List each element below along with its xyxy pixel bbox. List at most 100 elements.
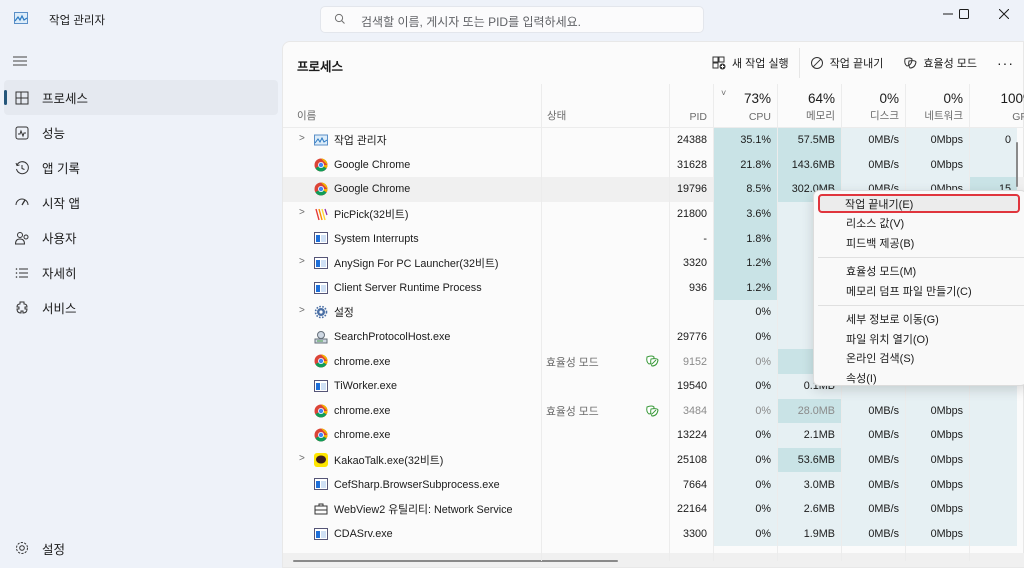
horizontal-scrollbar[interactable] [283,553,1024,567]
cell-cpu: 0% [713,423,777,448]
gear-icon [314,305,328,319]
sidebar-item-services[interactable]: 서비스 [4,290,278,325]
context-menu-item[interactable]: 메모리 덤프 파일 만들기(C) [818,281,1020,300]
hamburger-menu-icon[interactable] [12,54,28,68]
column-header-name[interactable]: 이름 [283,84,541,128]
cell-pid: 3484 [682,404,707,417]
process-row[interactable]: CDASrv.exe 3300 0% 1.9MB 0MB/s 0Mbps [283,521,1024,547]
context-menu: 작업 끝내기(E) 리소스 값(V) 피드백 제공(B) 효율성 모드(M) 메모리 덤… [813,190,1024,386]
end-task-label: 작업 끝내기 [829,58,884,70]
close-button[interactable] [986,4,1022,24]
column-divider[interactable] [669,84,670,561]
cell-cpu: 1.8% [713,226,777,251]
briefcase-icon [314,502,328,516]
more-options-button[interactable]: ··· [987,48,1023,78]
column-divider[interactable] [541,84,542,561]
sidebar-item-processes[interactable]: 프로세스 [4,80,278,115]
cell-cpu: 0% [713,324,777,350]
maximize-button[interactable] [946,4,982,24]
process-row[interactable]: chrome.exe 13224 0% 2.1MB 0MB/s 0Mbps [283,423,1024,448]
process-row[interactable]: > 작업 관리자 24388 35.1% 57.5MB 0MB/s 0Mbps 0 [283,128,1024,153]
expand-chevron-icon[interactable]: > [299,256,305,267]
window-icon [314,527,328,541]
vertical-scrollbar[interactable] [1016,142,1018,187]
cell-disk: 0MB/s [841,447,905,473]
process-row[interactable]: WebView2 유틸리티: Network Service 22164 0% 2.6… [283,496,1024,522]
column-header-memory[interactable]: 64% 메모리 [777,84,841,128]
sidebar-item-performance[interactable]: 성능 [4,115,278,150]
gear-icon [16,542,28,554]
cell-cpu: 0% [713,373,777,399]
sidebar-item-startup-apps[interactable]: 시작 앱 [4,185,278,220]
search-input[interactable]: 검색할 이름, 게시자 또는 PID를 입력하세요. [320,6,704,33]
context-menu-item[interactable]: 리소스 값(V) [818,214,1020,233]
process-row[interactable]: > KakaoTalk.exe(32비트) 25108 0% 53.6MB 0MB/s 0M… [283,447,1024,473]
maximize-icon [959,9,969,19]
window-title: 작업 관리자 [49,15,106,27]
expand-chevron-icon[interactable]: > [299,453,305,464]
run-new-task-button[interactable]: 새 작업 실행 [702,48,799,78]
context-menu-item[interactable]: 작업 끝내기(E) [818,194,1020,213]
context-menu-item[interactable]: 온라인 검색(S) [818,349,1020,368]
sidebar-item-label: 사용자 [42,232,77,246]
cell-pid: 3320 [682,257,707,270]
task-manager-app-icon [14,12,28,24]
cell-pid: 3300 [682,527,707,540]
cell-cpu: 0% [713,496,777,522]
cell-mem: 143.6MB [777,152,841,178]
column-divider[interactable] [713,84,714,561]
expand-chevron-icon[interactable]: > [299,305,305,316]
performance-icon [15,126,29,139]
efficiency-leaf-icon [645,354,659,368]
process-name: Google Chrome [334,158,411,171]
sidebar-item-app-history[interactable]: 앱 기록 [4,150,278,185]
sidebar-item-label: 시작 앱 [42,197,80,211]
cell-net: 0Mbps [905,496,969,522]
sidebar-item-users[interactable]: 사용자 [4,220,278,255]
sidebar-item-settings[interactable]: 설정 [4,531,278,565]
column-header-gpu[interactable]: 100% GPU [969,84,1024,128]
column-header-status[interactable]: 상태 [533,84,661,128]
users-icon [14,231,29,244]
horizontal-scrollbar-thumb[interactable] [293,560,618,562]
search-icon [334,13,345,24]
process-name: System Interrupts [334,232,419,245]
cell-gpu [969,447,1017,473]
end-task-icon [810,57,823,69]
context-menu-item[interactable]: 파일 위치 열기(O) [818,329,1020,348]
cell-mem: 1.9MB [777,521,841,547]
cell-pid: 9152 [682,355,707,368]
context-menu-item[interactable]: 피드백 제공(B) [818,233,1020,252]
column-header-cpu[interactable]: ˅ 73% CPU [713,84,777,128]
cell-cpu: 0% [713,472,777,497]
cell-cpu: 0% [713,300,777,325]
column-header-disk[interactable]: 0% 디스크 [841,84,905,128]
context-menu-item[interactable]: 세부 정보로 이동(G) [818,310,1020,329]
sidebar-item-label: 자세히 [42,267,77,281]
window-icon [314,231,328,245]
expand-chevron-icon[interactable]: > [299,207,305,218]
sidebar-item-details[interactable]: 자세히 [4,255,278,290]
window-icon [314,477,328,491]
sidebar-item-label: 앱 기록 [42,162,80,176]
column-divider[interactable] [777,84,778,561]
chrome-icon [314,428,328,442]
expand-chevron-icon[interactable]: > [299,133,305,144]
column-header-network[interactable]: 0% 네트워크 [905,84,969,128]
process-row[interactable]: chrome.exe 효율성 모드 3484 0% 28.0MB 0MB/s 0Mbps [283,398,1024,424]
efficiency-mode-button[interactable]: 효율성 모드 [893,48,987,78]
process-row[interactable]: CefSharp.BrowserSubprocess.exe 7664 0% 3.0M… [283,472,1024,497]
settings-label: 설정 [42,542,66,557]
cell-cpu: 3.6% [713,201,777,227]
cell-mem: 2.1MB [777,423,841,448]
context-menu-item[interactable]: 속성(I) [818,368,1020,387]
end-task-button[interactable]: 작업 끝내기 [800,48,894,78]
cell-disk: 0MB/s [841,128,905,153]
context-menu-item[interactable]: 효율성 모드(M) [818,262,1020,281]
column-header-pid[interactable]: PID [669,84,713,128]
process-name: 설정 [334,307,354,320]
cell-gpu [969,398,1017,424]
cell-pid: 22164 [676,503,707,516]
menu-separator [818,304,1024,306]
process-row[interactable]: Google Chrome 31628 21.8% 143.6MB 0MB/s 0Mbps [283,152,1024,178]
